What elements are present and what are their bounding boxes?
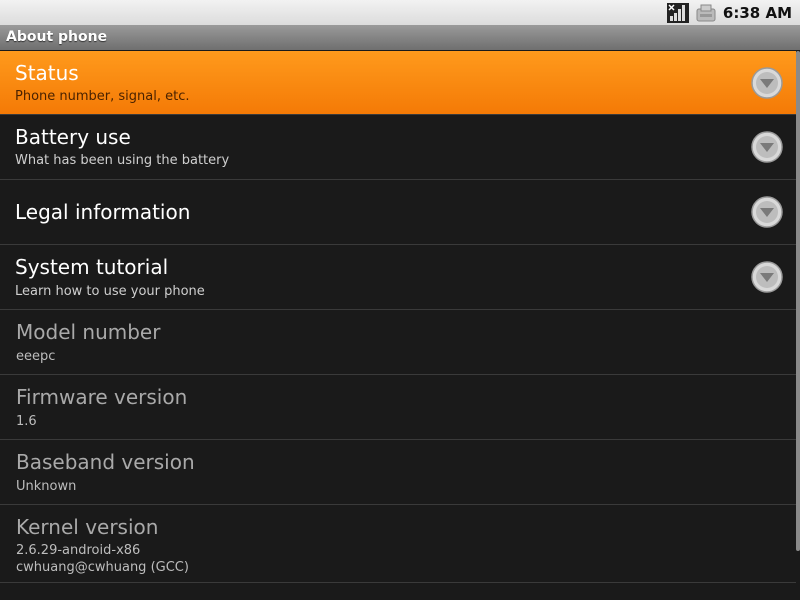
item-title: Legal information [15, 200, 191, 224]
list-item-kernel-version: Kernel version 2.6.29-android-x86 cwhuan… [0, 505, 796, 583]
item-summary: Learn how to use your phone [15, 284, 205, 299]
item-title: Battery use [15, 125, 131, 149]
item-summary: 2.6.29-android-x86 [16, 543, 141, 558]
item-title: Kernel version [16, 515, 159, 539]
settings-list: Status Phone number, signal, etc. Batter… [0, 51, 796, 600]
item-summary: 1.6 [16, 414, 37, 429]
list-item-firmware-version: Firmware version 1.6 [0, 375, 796, 440]
item-title: Baseband version [16, 450, 195, 474]
list-item-model-number: Model number eeepc [0, 310, 796, 375]
list-item-baseband-version: Baseband version Unknown [0, 440, 796, 505]
chevron-down-icon [751, 66, 783, 99]
ethernet-icon [695, 3, 717, 23]
chevron-down-icon [751, 131, 783, 163]
signal-icon [666, 2, 689, 23]
item-summary-line2: cwhuang@cwhuang (GCC) [16, 560, 189, 575]
list-item-system-tutorial[interactable]: System tutorial Learn how to use your ph… [0, 245, 796, 310]
chevron-down-icon [751, 196, 783, 228]
item-title: Firmware version [16, 385, 188, 409]
list-item-status[interactable]: Status Phone number, signal, etc. [0, 51, 796, 115]
page-title: About phone [0, 25, 800, 50]
item-title: Model number [16, 320, 161, 344]
chevron-down-icon [751, 261, 783, 293]
list-item-battery-use[interactable]: Battery use What has been using the batt… [0, 115, 796, 180]
item-summary: What has been using the battery [15, 153, 230, 168]
item-title: Status [15, 61, 79, 85]
status-bar: 6:38 AM [0, 0, 800, 25]
item-summary: Phone number, signal, etc. [15, 89, 190, 104]
item-summary: eeepc [16, 349, 56, 364]
scrollbar[interactable] [796, 51, 800, 551]
item-summary: Unknown [16, 479, 77, 494]
list-item-legal-information[interactable]: Legal information [0, 180, 796, 245]
clock: 6:38 AM [722, 3, 792, 22]
item-title: System tutorial [15, 255, 169, 279]
